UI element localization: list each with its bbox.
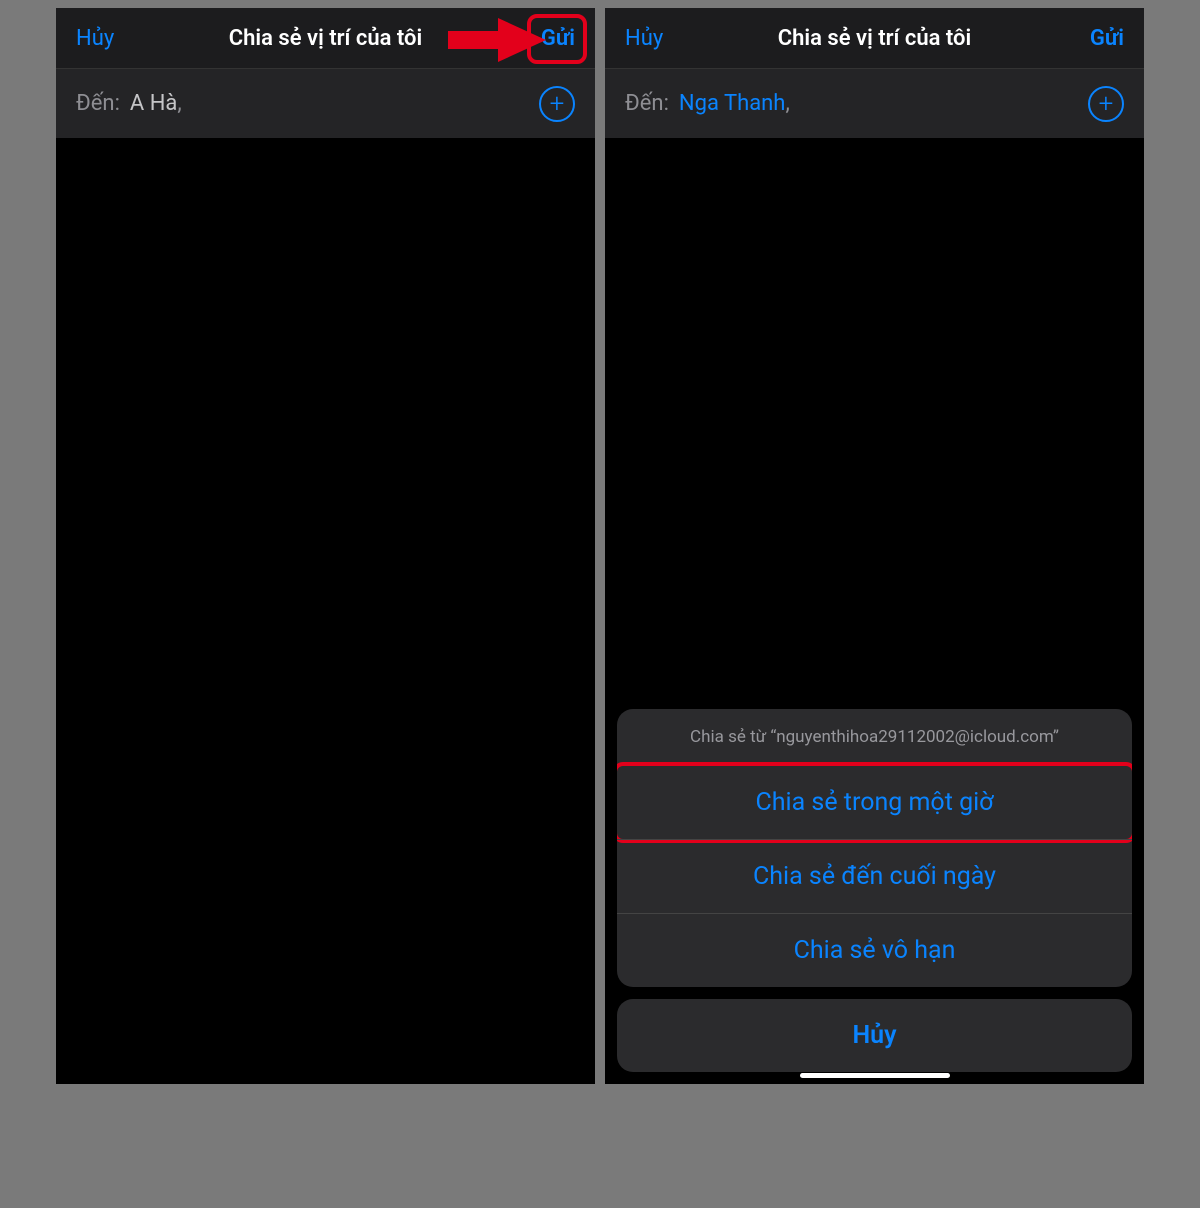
phone-right: Hủy Chia sẻ vị trí của tôi Gửi Đến: Nga … xyxy=(605,8,1144,1084)
option-label: Chia sẻ đến cuối ngày xyxy=(753,862,996,891)
cancel-button[interactable]: Hủy xyxy=(76,26,126,51)
to-label: Đến: xyxy=(625,91,669,116)
share-one-hour-option[interactable]: Chia sẻ trong một giờ xyxy=(617,765,1132,839)
page-title: Chia sẻ vị trí của tôi xyxy=(778,26,971,51)
to-comma: , xyxy=(785,91,789,116)
navbar: Hủy Chia sẻ vị trí của tôi Gửi xyxy=(605,8,1144,68)
phone-left: Hủy Chia sẻ vị trí của tôi Gửi Đến: A Hà… xyxy=(56,8,595,1084)
to-comma: , xyxy=(177,91,181,116)
to-field-row[interactable]: Đến: A Hà , + xyxy=(56,68,595,138)
to-recipient[interactable]: Nga Thanh xyxy=(679,91,786,116)
cancel-button[interactable]: Hủy xyxy=(625,26,675,51)
plus-icon: + xyxy=(550,91,565,117)
send-button[interactable]: Gửi xyxy=(1074,26,1124,51)
home-indicator[interactable] xyxy=(800,1073,950,1078)
to-recipient[interactable]: A Hà xyxy=(130,91,177,116)
content-area xyxy=(56,138,595,1084)
share-end-of-day-option[interactable]: Chia sẻ đến cuối ngày xyxy=(617,839,1132,913)
add-contact-button[interactable]: + xyxy=(539,86,575,122)
to-field-row[interactable]: Đến: Nga Thanh , + xyxy=(605,68,1144,138)
action-sheet-header: Chia sẻ từ “nguyenthihoa29112002@icloud.… xyxy=(617,709,1132,765)
option-label: Chia sẻ trong một giờ xyxy=(756,788,994,817)
page-title: Chia sẻ vị trí của tôi xyxy=(229,26,422,51)
plus-icon: + xyxy=(1099,91,1114,117)
navbar: Hủy Chia sẻ vị trí của tôi Gửi xyxy=(56,8,595,68)
send-button[interactable]: Gửi xyxy=(525,26,575,51)
action-sheet-cancel-button[interactable]: Hủy xyxy=(617,999,1132,1072)
action-sheet-group: Chia sẻ từ “nguyenthihoa29112002@icloud.… xyxy=(617,709,1132,987)
action-sheet: Chia sẻ từ “nguyenthihoa29112002@icloud.… xyxy=(617,709,1132,1072)
option-label: Chia sẻ vô hạn xyxy=(794,936,956,965)
share-indefinitely-option[interactable]: Chia sẻ vô hạn xyxy=(617,913,1132,987)
to-label: Đến: xyxy=(76,91,120,116)
add-contact-button[interactable]: + xyxy=(1088,86,1124,122)
